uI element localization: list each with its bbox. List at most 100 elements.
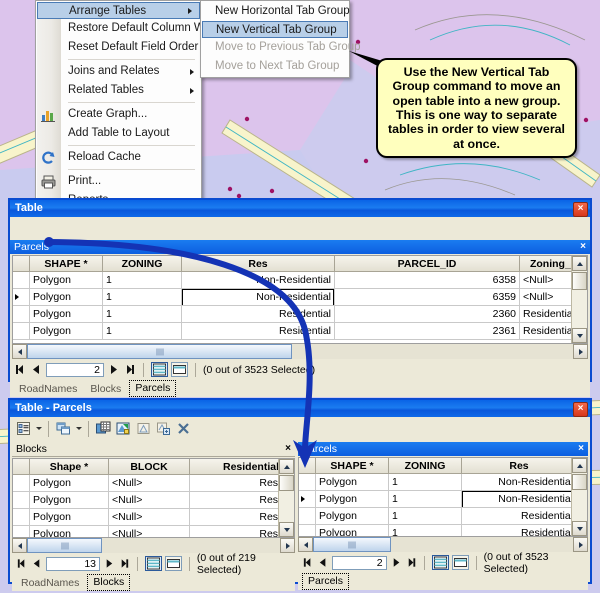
table-view-button[interactable] — [151, 362, 168, 377]
table-row[interactable]: Polygon1Non-Residential6359<Null>814.855… — [13, 288, 587, 306]
table-cell[interactable]: Polygon — [29, 474, 109, 492]
parcels-tab-group[interactable]: Parcels × SHAPE * ZONING Res Polygon 1 Non-Re… — [298, 442, 588, 590]
blocks-column-header[interactable]: BLOCK — [108, 459, 190, 475]
table-cell[interactable]: 1 — [388, 490, 462, 508]
blocks-next-record-icon[interactable] — [103, 557, 115, 570]
blocks-panel-close-icon[interactable]: × — [285, 442, 291, 456]
blocks-hscroll-track[interactable] — [27, 538, 280, 553]
row-selector-cell[interactable] — [13, 271, 30, 289]
top-panel-header[interactable]: Parcels × — [10, 240, 590, 254]
context-menu-item-print[interactable]: Print... — [36, 172, 201, 191]
parcels-table-view-button[interactable] — [431, 555, 449, 570]
submenu-item-new-vertical-tab-group[interactable]: New Vertical Tab Group — [202, 21, 348, 38]
blocks-panel-header[interactable]: Blocks × — [12, 442, 295, 457]
table-cell[interactable]: Polygon — [29, 491, 109, 509]
related-tables-caret-icon[interactable] — [76, 427, 82, 430]
row-selector-cell[interactable] — [299, 524, 316, 536]
table-cell[interactable]: Polygon — [29, 305, 103, 323]
blocks-column-header[interactable]: Shape * — [29, 459, 109, 475]
table-cell[interactable]: Non-Residential — [181, 288, 335, 306]
list-options-caret-icon[interactable] — [36, 427, 42, 430]
table-cell[interactable]: Non-Residential — [461, 473, 577, 491]
parcels-column-header[interactable]: ZONING — [388, 458, 462, 474]
context-menu-item-reload-cache[interactable]: Reload Cache — [36, 148, 201, 167]
row-selector-cell[interactable] — [299, 473, 316, 491]
parcels-panel-header[interactable]: Parcels × — [298, 442, 588, 456]
table-cell[interactable]: 1 — [102, 271, 182, 289]
parcels-hscroll-thumb[interactable] — [313, 537, 391, 552]
table-cell[interactable]: Non-Residential — [461, 490, 577, 508]
blocks-hscroll-left-button[interactable] — [12, 538, 27, 553]
parcels-scroll-up-button[interactable] — [572, 458, 587, 473]
top-grid-scroll-down-button[interactable] — [572, 328, 587, 343]
blocks-form-view-button[interactable] — [164, 556, 182, 571]
previous-record-icon[interactable] — [30, 363, 43, 376]
context-menu-item-reset-default-field-order[interactable]: Reset Default Field Order — [36, 38, 201, 57]
top-window-toolbar[interactable] — [10, 217, 590, 240]
document-tab-blocks[interactable]: Blocks — [87, 574, 131, 591]
table-row[interactable]: Polygon1Residential2360Residential489.65… — [13, 305, 587, 323]
blocks-previous-record-icon[interactable] — [31, 557, 43, 570]
parcels-scroll-down-button[interactable] — [572, 521, 587, 536]
row-selector-cell[interactable] — [13, 525, 30, 537]
first-record-icon[interactable] — [14, 363, 27, 376]
parcels-panel-close-icon[interactable]: × — [578, 442, 584, 456]
bottom-window-titlebar[interactable]: Table - Parcels × — [10, 400, 590, 417]
table-cell[interactable]: <Null> — [108, 525, 190, 537]
parcels-hscrollbar[interactable] — [298, 537, 588, 552]
parcels-hscroll-right-button[interactable] — [573, 537, 588, 552]
top-grid-scroll-thumb[interactable] — [572, 272, 587, 290]
table-row[interactable]: Polygon 1 Residential — [299, 524, 587, 536]
context-menu-item-restore-default-column-widths[interactable]: Restore Default Column Widths — [36, 19, 229, 38]
top-grid[interactable]: SHAPE *ZONINGResPARCEL_IDZoning_simpleSH… — [12, 255, 588, 344]
parcels-last-record-icon[interactable] — [405, 556, 417, 569]
table-cell[interactable]: Polygon — [29, 288, 103, 306]
select-attributes-icon[interactable] — [95, 420, 112, 437]
top-table-window[interactable]: Table × Parcels × SHAPE * ZONING Res PARCEL… — [8, 198, 592, 397]
clear-selection-icon[interactable] — [175, 420, 192, 437]
bottom-window-toolbar[interactable] — [10, 417, 590, 440]
table-cell[interactable]: Polygon — [29, 322, 103, 340]
parcels-hscroll-left-button[interactable] — [298, 537, 313, 552]
top-column-header[interactable]: SHAPE * — [29, 256, 103, 272]
table-cell[interactable]: Polygon — [315, 490, 389, 508]
parcels-grid-vscrollbar[interactable] — [571, 458, 587, 536]
document-tab-parcels[interactable]: Parcels — [302, 573, 350, 590]
blocks-table-view-button[interactable] — [144, 556, 162, 571]
table-row[interactable]: Polygon<Null>Residentia — [13, 525, 294, 537]
bottom-window-close-button[interactable]: × — [573, 402, 588, 417]
blocks-record-number-input[interactable]: 13 — [46, 556, 100, 571]
parcels-grid[interactable]: SHAPE * ZONING Res Polygon 1 Non-Residential P… — [298, 457, 588, 537]
parcels-row-select-header[interactable] — [299, 458, 316, 474]
document-tab-roadnames[interactable]: RoadNames — [16, 576, 84, 591]
top-nav-bar[interactable]: 2 (0 out of 3523 Selected) — [10, 359, 590, 380]
top-grid-hscrollbar[interactable] — [12, 344, 588, 359]
table-cell[interactable]: Polygon — [29, 525, 109, 537]
table-cell[interactable]: Residential — [181, 305, 335, 323]
blocks-grid-vscrollbar[interactable] — [278, 459, 294, 537]
table-row[interactable]: Polygon 1 Non-Residential — [299, 490, 587, 508]
context-menu-item-add-table-to-layout[interactable]: Add Table to Layout — [36, 124, 201, 143]
table-cell[interactable]: 1 — [102, 305, 182, 323]
blocks-tab-group[interactable]: Blocks × Shape * BLOCK Residential Polygon <… — [12, 442, 295, 591]
form-view-button[interactable] — [171, 362, 188, 377]
document-tab-parcels[interactable]: Parcels — [129, 380, 177, 397]
context-menu-item-joins-and-relates[interactable]: Joins and Relates — [36, 62, 201, 81]
row-selector-cell[interactable] — [13, 508, 30, 526]
blocks-hscroll-thumb[interactable] — [27, 538, 102, 553]
table-cell[interactable]: Polygon — [315, 507, 389, 525]
blocks-hscrollbar[interactable] — [12, 538, 295, 553]
last-record-icon[interactable] — [123, 363, 136, 376]
parcels-record-number-input[interactable]: 2 — [332, 555, 387, 570]
table-cell[interactable]: <Null> — [108, 474, 190, 492]
table-cell[interactable]: Residential — [181, 322, 335, 340]
table-cell[interactable]: <Null> — [108, 508, 190, 526]
top-row-select-header[interactable] — [13, 256, 30, 272]
top-document-tabs[interactable]: RoadNames Blocks Parcels — [10, 380, 590, 397]
blocks-hscroll-right-button[interactable] — [280, 538, 295, 553]
table-cell[interactable]: 6358 — [334, 271, 520, 289]
parcels-first-record-icon[interactable] — [302, 556, 314, 569]
table-cell[interactable]: Polygon — [29, 271, 103, 289]
context-menu-item-related-tables[interactable]: Related Tables — [36, 81, 201, 100]
document-tab-blocks[interactable]: Blocks — [85, 382, 126, 397]
